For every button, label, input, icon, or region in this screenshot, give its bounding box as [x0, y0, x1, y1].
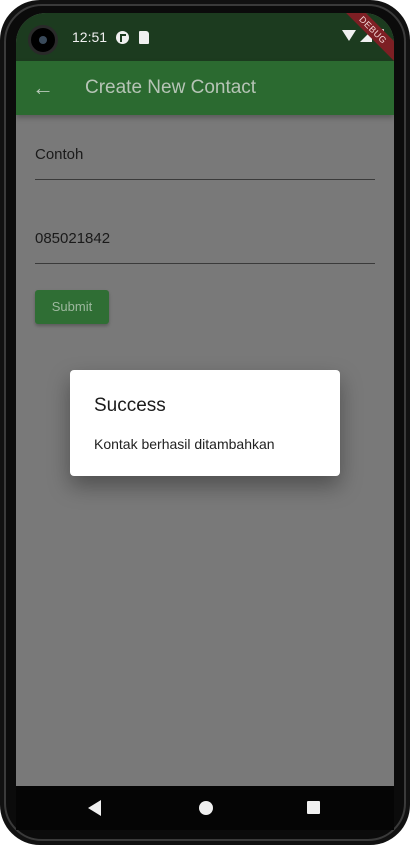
phone-frame: 12:51 DEBUG ← Create New Contact Contoh … — [0, 0, 410, 845]
status-bar: 12:51 DEBUG — [16, 13, 394, 67]
wifi-icon — [342, 30, 356, 41]
status-clock: 12:51 — [72, 29, 108, 45]
notification-icon — [116, 31, 129, 44]
app-screen: 12:51 DEBUG ← Create New Contact Contoh … — [16, 13, 394, 830]
name-field[interactable]: Contoh — [35, 132, 375, 180]
submit-button[interactable]: Submit — [35, 290, 109, 324]
front-camera — [28, 25, 58, 55]
success-dialog: Success Kontak berhasil ditambahkan — [70, 370, 340, 476]
sd-card-icon — [139, 31, 149, 44]
name-field-value: Contoh — [35, 146, 84, 163]
app-bar: ← Create New Contact — [16, 61, 394, 115]
system-nav-bar — [16, 786, 394, 830]
phone-field-value: 085021842 — [35, 230, 111, 247]
nav-back-icon[interactable] — [88, 800, 101, 816]
nav-recents-icon[interactable] — [307, 801, 320, 814]
arrow-left-icon: ← — [32, 75, 54, 100]
dialog-message: Kontak berhasil ditambahkan — [94, 436, 275, 452]
phone-field[interactable]: 085021842 — [35, 216, 375, 264]
dialog-title: Success — [94, 395, 166, 416]
back-button[interactable]: ← — [28, 73, 58, 103]
page-title: Create New Contact — [85, 77, 257, 98]
nav-home-icon[interactable] — [199, 801, 213, 815]
